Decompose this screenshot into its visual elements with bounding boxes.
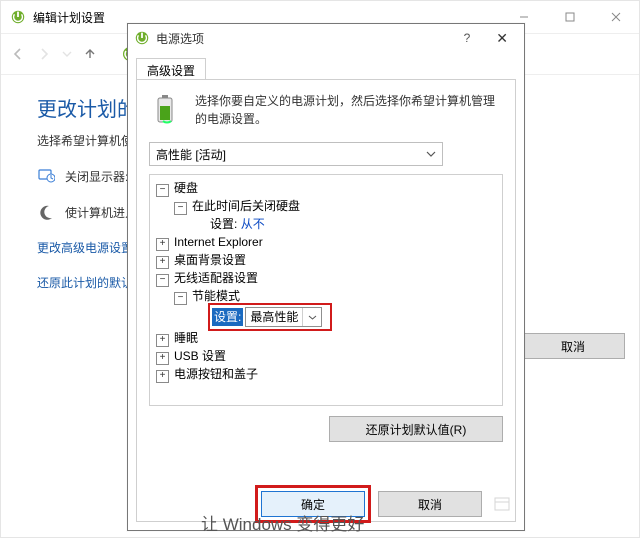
power-options-dialog: 电源选项 ? ✕ 高级设置 选择你要自定义的电源计划，然后选择你希望计算机管理的… xyxy=(127,23,525,531)
nav-back-icon[interactable] xyxy=(9,45,27,63)
dialog-close-button[interactable]: ✕ xyxy=(486,30,518,47)
tree-node-label: 桌面背景设置 xyxy=(174,253,246,267)
tree-node-label: 电源按钮和盖子 xyxy=(174,367,258,381)
power-plan-icon xyxy=(9,8,27,26)
setting-value[interactable]: 从不 xyxy=(241,217,265,231)
tree-leaf-disk-setting[interactable]: 设置: 从不 xyxy=(174,215,496,233)
tree-node-label: Internet Explorer xyxy=(174,235,263,249)
nav-forward-icon[interactable] xyxy=(35,45,53,63)
maximize-button[interactable] xyxy=(547,1,593,33)
tree-node-disk[interactable]: −硬盘 −在此时间后关闭硬盘 设置: 从不 xyxy=(156,179,496,233)
close-button[interactable] xyxy=(593,1,639,33)
collapse-icon[interactable]: − xyxy=(174,292,187,305)
collapse-icon[interactable]: − xyxy=(156,184,169,197)
tree-leaf-wireless-setting: 设置: 最高性能 xyxy=(174,305,496,329)
tree-node-label: 节能模式 xyxy=(192,289,240,303)
tab-advanced[interactable]: 高级设置 xyxy=(136,58,206,81)
collapse-icon[interactable]: − xyxy=(174,202,187,215)
page-actions: 取消 xyxy=(521,333,625,359)
restore-defaults-button[interactable]: 还原计划默认值(R) xyxy=(329,416,503,442)
collapse-icon[interactable]: − xyxy=(156,274,169,287)
nav-up-icon[interactable] xyxy=(81,45,99,63)
tree-node-label: 在此时间后关闭硬盘 xyxy=(192,199,300,213)
dialog-cancel-button[interactable]: 取消 xyxy=(378,491,482,517)
dialog-body: 高级设置 选择你要自定义的电源计划，然后选择你希望计算机管理的电源设置。 高性能… xyxy=(136,58,516,522)
expand-icon[interactable]: + xyxy=(156,334,169,347)
power-plan-select[interactable]: 高性能 [活动] xyxy=(149,142,443,166)
combo-value: 最高性能 xyxy=(246,308,302,326)
setting-key: 设置: xyxy=(212,308,243,326)
window-title: 编辑计划设置 xyxy=(33,9,105,26)
monitor-icon xyxy=(37,167,55,185)
cancel-button[interactable]: 取消 xyxy=(521,333,625,359)
tree-node-label: 无线适配器设置 xyxy=(174,271,258,285)
tree-node-usb[interactable]: + USB 设置 xyxy=(156,347,496,365)
tree-node-disk-off-after[interactable]: −在此时间后关闭硬盘 设置: 从不 xyxy=(156,197,496,233)
wireless-mode-combo[interactable]: 最高性能 xyxy=(245,307,322,327)
dialog-title: 电源选项 xyxy=(156,30,448,47)
tree-node-power-saving-mode[interactable]: −节能模式 设置: 最高性能 xyxy=(156,287,496,329)
setting-key: 设置: xyxy=(210,217,237,231)
battery-icon xyxy=(149,92,185,128)
row-display-off-label: 关闭显示器: xyxy=(65,168,128,185)
tree-node-label: 硬盘 xyxy=(174,181,198,195)
footer-hint: 让 Windows 变得更好 xyxy=(201,510,364,535)
expand-icon[interactable]: + xyxy=(156,370,169,383)
description-text: 选择你要自定义的电源计划，然后选择你希望计算机管理的电源设置。 xyxy=(195,92,503,128)
power-icon xyxy=(134,30,150,46)
tree-node-label: 睡眠 xyxy=(174,331,198,345)
moon-icon xyxy=(37,203,55,221)
expand-icon[interactable]: + xyxy=(156,352,169,365)
description-row: 选择你要自定义的电源计划，然后选择你希望计算机管理的电源设置。 xyxy=(149,92,503,128)
settings-tree[interactable]: −硬盘 −在此时间后关闭硬盘 设置: 从不 +Internet Explorer… xyxy=(149,174,503,406)
nav-recent-icon[interactable] xyxy=(61,48,73,60)
tree-node-label: USB 设置 xyxy=(174,349,226,363)
help-button[interactable]: ? xyxy=(454,31,481,45)
expand-icon[interactable]: + xyxy=(156,256,169,269)
tab-strip: 高级设置 xyxy=(136,58,516,80)
chevron-down-icon xyxy=(302,308,321,326)
apply-icon[interactable] xyxy=(492,494,512,514)
expand-icon[interactable]: + xyxy=(156,238,169,251)
tree-node-wireless[interactable]: −无线适配器设置 −节能模式 设置: 最高性能 xyxy=(156,269,496,329)
tree-node-power-button[interactable]: + 电源按钮和盖子 xyxy=(156,365,496,383)
tab-advanced-label: 高级设置 xyxy=(147,62,195,79)
tab-panel: 选择你要自定义的电源计划，然后选择你希望计算机管理的电源设置。 高性能 [活动]… xyxy=(136,79,516,522)
tree-node-sleep[interactable]: + 睡眠 xyxy=(156,329,496,347)
restore-defaults-row: 还原计划默认值(R) xyxy=(149,416,503,442)
power-plan-selected: 高性能 [活动] xyxy=(156,146,226,163)
tree-node-desktop-bg[interactable]: + 桌面背景设置 xyxy=(156,251,496,269)
tree-node-ie[interactable]: + Internet Explorer xyxy=(156,233,496,251)
chevron-down-icon xyxy=(426,149,436,159)
dialog-titlebar: 电源选项 ? ✕ xyxy=(128,24,524,52)
